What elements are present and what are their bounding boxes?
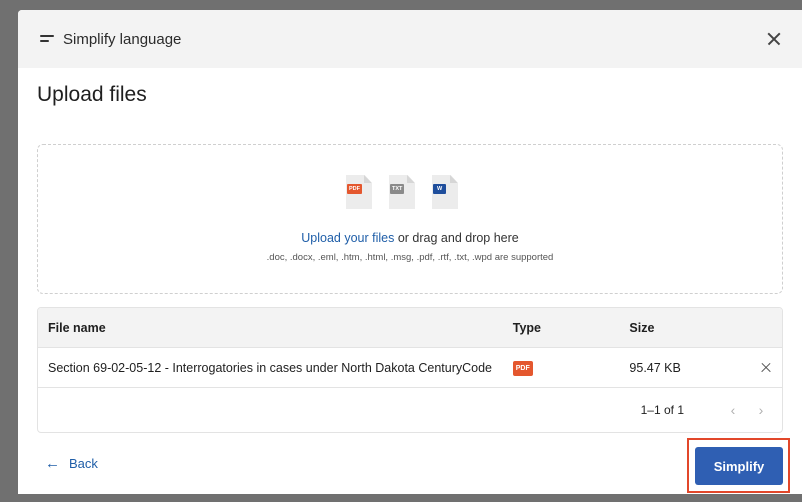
back-label: Back: [69, 456, 98, 471]
pagination-range: 1–1 of 1: [640, 403, 684, 417]
header-type: Type: [512, 320, 541, 335]
file-size-cell: 95.47 KB: [629, 360, 681, 375]
word-file-icon: W: [432, 175, 458, 209]
upload-files-link[interactable]: Upload your files: [301, 231, 394, 245]
next-page-icon[interactable]: ›: [754, 403, 768, 417]
dialog-header-title: Simplify language: [63, 30, 182, 48]
close-icon[interactable]: [764, 29, 784, 49]
menu-lines-icon: [40, 34, 54, 44]
supported-formats-text: .doc, .docx, .eml, .htm, .html, .msg, .p…: [266, 252, 554, 263]
dialog-header: Simplify language: [18, 10, 802, 68]
simplify-button[interactable]: Simplify: [695, 447, 783, 485]
header-file-name: File name: [48, 320, 106, 335]
upload-instructions: Upload your files or drag and drop here: [38, 231, 782, 245]
pagination: 1–1 of 1 ‹ ›: [38, 388, 782, 432]
drag-drop-text: or drag and drop here: [394, 231, 519, 245]
file-name-cell: Section 69-02-05-12 - Interrogatories in…: [48, 360, 492, 375]
files-table: File name Type Size Section 69-02-05-12 …: [37, 307, 783, 433]
table-row: Section 69-02-05-12 - Interrogatories in…: [38, 348, 782, 388]
back-button[interactable]: ← Back: [45, 456, 98, 471]
file-type-icons: PDF TXT W: [346, 175, 458, 209]
prev-page-icon[interactable]: ‹: [726, 403, 740, 417]
file-type-cell: PDF: [512, 359, 630, 376]
pdf-type-icon: PDF: [512, 361, 533, 376]
file-dropzone[interactable]: PDF TXT W Upload your files or drag and …: [37, 144, 783, 294]
header-size: Size: [629, 320, 655, 335]
txt-file-icon: TXT: [389, 175, 415, 209]
simplify-language-dialog: Simplify language Upload files PDF TXT W…: [18, 10, 802, 494]
pdf-file-icon: PDF: [346, 175, 372, 209]
remove-file-icon[interactable]: [759, 361, 773, 375]
arrow-left-icon: ←: [45, 455, 60, 472]
page-title: Upload files: [37, 83, 147, 106]
table-header: File name Type Size: [38, 308, 782, 348]
